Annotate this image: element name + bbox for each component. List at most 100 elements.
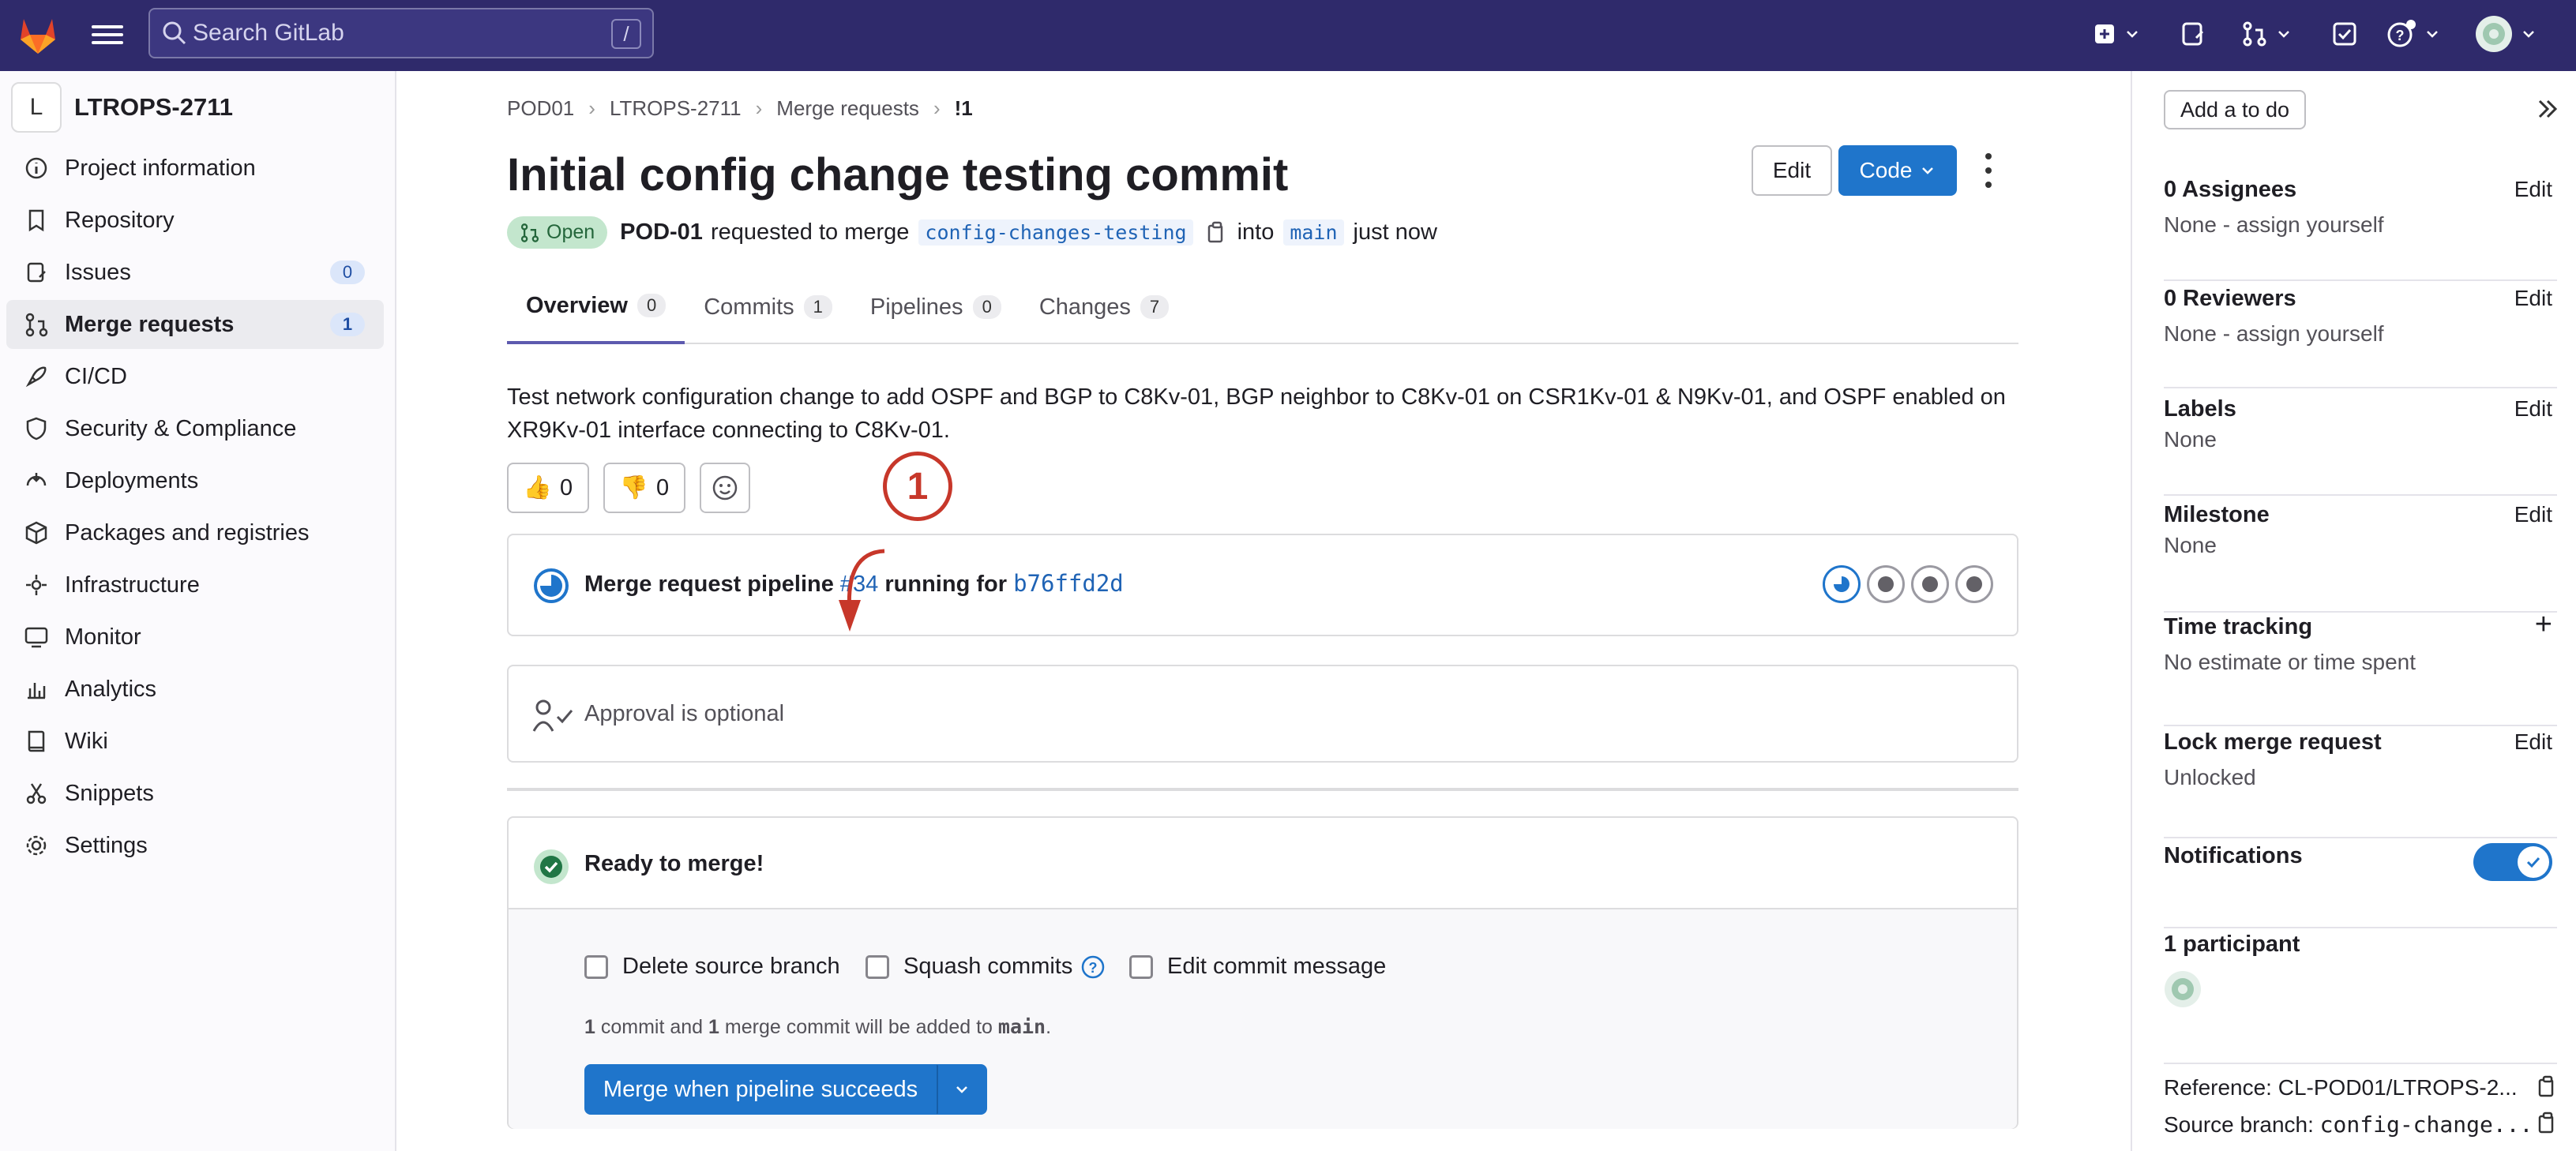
sidebar-item-infrastructure[interactable]: Infrastructure [6,561,384,609]
mr-author[interactable]: POD-01 [620,219,703,246]
thumbs-up-icon: 👍 [523,475,552,501]
stage-created-icon[interactable] [1911,565,1949,603]
sidebar-item-issues[interactable]: Issues 0 [6,248,384,297]
copy-icon[interactable] [1206,221,1228,245]
pipeline-stages [1816,565,1993,603]
new-item-dropdown[interactable] [2093,16,2140,52]
sidebar-item-label: Infrastructure [65,572,200,598]
merge-when-pipeline-succeeds-button[interactable]: Merge when pipeline succeeds [584,1064,937,1115]
breadcrumb-item[interactable]: LTROPS-2711 [610,96,742,121]
issues-nav-icon[interactable] [2180,16,2206,52]
help-nav[interactable]: ? [2386,16,2440,52]
sidebar-item-ci-cd[interactable]: CI/CD [6,352,384,401]
copy-branch-icon[interactable] [2537,1112,2559,1135]
add-todo-button[interactable]: Add a to do [2164,90,2306,129]
merge-requests-nav[interactable] [2241,16,2292,52]
tab-overview[interactable]: Overview 0 [507,270,685,344]
project-header[interactable]: L LTROPS-2711 [11,82,233,133]
reviewers-edit-button[interactable]: Edit [2514,286,2552,311]
delete-source-branch-checkbox[interactable]: Delete source branch [584,954,840,980]
breadcrumb-item[interactable]: Merge requests [776,96,919,121]
sidebar-item-packages-and-registries[interactable]: Packages and registries [6,508,384,557]
collapse-sidebar-icon[interactable] [2535,96,2560,122]
pipeline-widget: Merge request pipeline #34 running for b… [507,534,2018,636]
sidebar-item-wiki[interactable]: Wiki [6,717,384,766]
stage-created-icon[interactable] [1867,565,1905,603]
sidebar-item-label: Analytics [65,676,157,702]
search-icon [163,21,186,45]
user-menu[interactable] [2475,16,2537,52]
target-branch[interactable]: main [1283,219,1344,246]
lock-section: Lock merge request Unlocked Edit [2164,729,2557,838]
search-input[interactable]: Search GitLab / [148,8,654,58]
more-actions-kebab-icon[interactable] [1981,153,1996,188]
reviewers-value[interactable]: None - assign yourself [2164,321,2557,347]
sidebar-item-security-compliance[interactable]: Security & Compliance [6,404,384,453]
sidebar-item-deployments[interactable]: Deployments [6,456,384,505]
hamburger-icon[interactable] [92,21,123,49]
sidebar-item-label: Snippets [65,780,154,806]
todos-nav[interactable] [2331,16,2358,52]
deployments-icon [24,468,49,493]
copy-reference-icon[interactable] [2537,1075,2559,1099]
merge-info-part: commit and [600,1016,704,1038]
sidebar-item-merge-requests[interactable]: Merge requests 1 [6,300,384,349]
assignees-section: 0 Assignees None - assign yourself Edit [2164,177,2557,281]
tab-changes[interactable]: Changes 7 [1020,270,1188,344]
breadcrumb-item[interactable]: !1 [955,96,973,121]
gitlab-logo-icon[interactable] [14,11,62,58]
breadcrumb-item[interactable]: POD01 [507,96,574,121]
labels-edit-button[interactable]: Edit [2514,396,2552,422]
sidebar-item-analytics[interactable]: Analytics [6,665,384,714]
sidebar-nav: Project information Repository Issues 0 Merg… [6,144,384,873]
tab-commits[interactable]: Commits 1 [685,270,851,344]
milestone-edit-button[interactable]: Edit [2514,502,2552,527]
project-name: LTROPS-2711 [74,93,234,121]
sidebar-item-snippets[interactable]: Snippets [6,769,384,818]
edit-button[interactable]: Edit [1752,145,1832,196]
breadcrumb-separator-icon: › [588,96,595,120]
notifications-toggle[interactable] [2473,843,2552,881]
thumbs-down-button[interactable]: 👎 0 [603,463,685,513]
squash-commits-checkbox[interactable]: Squash commits ? [866,954,1106,980]
assignees-edit-button[interactable]: Edit [2514,177,2552,202]
search-shortcut: / [611,19,641,49]
breadcrumb-separator-icon: › [933,96,941,120]
sidebar-item-project-information[interactable]: Project information [6,144,384,193]
stage-created-icon[interactable] [1955,565,1993,603]
sidebar-item-monitor[interactable]: Monitor [6,613,384,662]
edit-commit-message-checkbox[interactable]: Edit commit message [1129,954,1386,980]
chevron-down-icon [1922,167,1934,174]
labels-heading: Labels [2164,396,2236,422]
top-navbar: Search GitLab / ? [0,0,2576,71]
add-reaction-button[interactable] [700,463,750,513]
help-circle-icon[interactable]: ? [1080,954,1106,980]
merge-options-dropdown[interactable] [937,1064,987,1115]
lock-edit-button[interactable]: Edit [2514,729,2552,755]
code-dropdown-button[interactable]: Code [1838,145,1957,196]
commit-sha-link[interactable]: b76ffd2d [1013,570,1124,597]
merge-requests-icon [2243,21,2266,47]
time-tracking-heading: Time tracking [2164,614,2313,639]
labels-section: Labels None Edit [2164,396,2557,496]
timestamp: just now [1353,219,1437,245]
sidebar-item-label: Packages and registries [65,519,310,546]
assignees-value[interactable]: None - assign yourself [2164,212,2557,238]
left-sidebar: L LTROPS-2711 Project information Reposit… [0,71,396,1151]
labels-value: None [2164,427,2217,452]
add-time-plus-icon[interactable]: + [2535,608,2552,642]
tab-pipelines[interactable]: Pipelines 0 [851,270,1020,344]
source-branch[interactable]: config-changes-testing [918,219,1193,246]
cloud-icon [24,572,49,598]
thumbs-down-icon: 👎 [619,475,648,501]
pipeline-prefix: Merge request pipeline [584,572,834,597]
participant-avatar[interactable] [2164,970,2202,1008]
status-badge: Open [507,216,608,249]
stage-running-icon[interactable] [1823,565,1861,603]
milestone-section: Milestone None Edit [2164,502,2557,613]
sidebar-item-repository[interactable]: Repository [6,196,384,245]
thumbs-up-button[interactable]: 👍 0 [507,463,589,513]
sidebar-item-label: Wiki [65,728,108,754]
sidebar-item-settings[interactable]: Settings [6,821,384,870]
svg-text:?: ? [2396,28,2405,43]
